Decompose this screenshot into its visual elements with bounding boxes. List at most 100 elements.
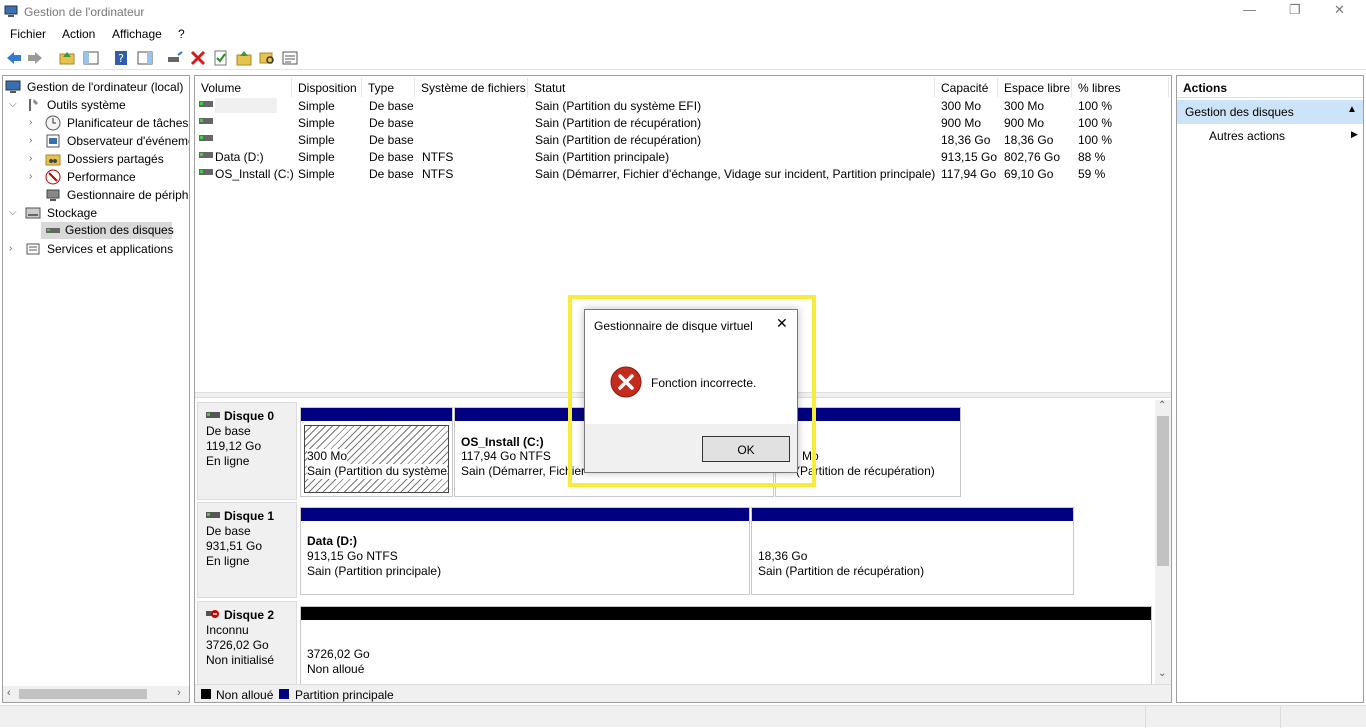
- clock-icon: [45, 115, 61, 131]
- forward-icon[interactable]: [26, 49, 44, 67]
- close-button[interactable]: ✕: [1334, 2, 1345, 18]
- connect-virtual-disk-icon[interactable]: [166, 49, 184, 67]
- minimize-button[interactable]: —: [1243, 2, 1256, 17]
- status-divider: [1145, 706, 1146, 728]
- help-icon[interactable]: ?: [112, 49, 130, 67]
- tree-item-gestion-disques[interactable]: Gestion des disques: [41, 222, 174, 239]
- scroll-thumb[interactable]: [19, 689, 147, 699]
- disk-icon: [206, 512, 220, 518]
- disk-0-label[interactable]: Disque 0 De base 119,12 Go En ligne: [197, 402, 297, 500]
- chevron-right-icon[interactable]: ›: [9, 243, 19, 254]
- actions-pane: Actions Gestion des disques ▲ Autres act…: [1176, 75, 1364, 703]
- col-header-type[interactable]: Type: [362, 78, 415, 97]
- col-header-disposition[interactable]: Disposition: [292, 78, 362, 97]
- computer-icon: [5, 80, 21, 93]
- volume-row[interactable]: Simple De base Sain (Partition de récupé…: [195, 114, 1171, 131]
- volume-icon: [199, 169, 213, 175]
- tree-horizontal-scrollbar[interactable]: ‹ ›: [3, 686, 189, 702]
- cell-statut: Sain (Partition du système EFI): [535, 99, 702, 113]
- disk-vertical-scrollbar[interactable]: ⌃ ⌄: [1155, 400, 1171, 684]
- cell-pct-libres: 100 %: [1078, 99, 1113, 113]
- cell-pct-libres: 88 %: [1078, 150, 1106, 164]
- chevron-right-icon[interactable]: ›: [29, 135, 39, 146]
- window-title: Gestion de l'ordinateur: [24, 5, 145, 19]
- error-dialog: Gestionnaire de disque virtuel ✕ Fonctio…: [584, 309, 798, 473]
- legend-bar: Non alloué Partition principale: [195, 684, 1171, 702]
- cell-volume: Data (D:): [215, 150, 264, 164]
- cell-statut: Sain (Partition de récupération): [535, 116, 702, 130]
- scroll-left-icon[interactable]: ‹: [7, 687, 11, 699]
- cell-capacite: 900 Mo: [941, 116, 982, 130]
- dialog-message: Fonction incorrecte.: [651, 376, 757, 390]
- status-bar: [0, 705, 1366, 728]
- cell-statut: Sain (Partition principale): [535, 150, 670, 164]
- legend-label-unallocated: Non alloué: [216, 688, 274, 702]
- partition-recovery-disk1[interactable]: 18,36 Go Sain (Partition de récupération…: [751, 507, 1074, 595]
- scroll-down-icon[interactable]: ⌄: [1158, 668, 1166, 679]
- cell-capacite: 300 Mo: [941, 99, 982, 113]
- chevron-down-icon[interactable]: ⌵: [9, 99, 19, 110]
- scroll-thumb[interactable]: [1157, 416, 1169, 566]
- computer-management-icon: [4, 5, 18, 17]
- volume-row[interactable]: OS_Install (C:) Simple De base NTFS Sain…: [195, 165, 1171, 182]
- col-header-pct-libres[interactable]: % libres: [1072, 78, 1169, 97]
- col-header-statut[interactable]: Statut: [528, 78, 935, 97]
- device-manager-icon: [46, 189, 60, 201]
- partition-bar: [301, 408, 452, 421]
- back-icon[interactable]: [5, 49, 23, 67]
- list-view-icon[interactable]: [281, 49, 299, 67]
- up-folder-icon[interactable]: [58, 49, 76, 67]
- delete-icon[interactable]: [189, 49, 207, 67]
- disk-icon: [206, 412, 220, 418]
- volume-row[interactable]: Data (D:) Simple De base NTFS Sain (Part…: [195, 148, 1171, 165]
- scroll-right-icon[interactable]: ›: [177, 687, 181, 699]
- chevron-right-icon[interactable]: ›: [29, 153, 39, 164]
- partition-efi[interactable]: 300 Mo Sain (Partition du système: [300, 407, 453, 497]
- properties-icon[interactable]: [212, 49, 230, 67]
- collapse-up-icon[interactable]: ▲: [1347, 104, 1357, 115]
- disk-2-label[interactable]: Disque 2 Inconnu 3726,02 Go Non initiali…: [197, 601, 297, 686]
- partition-unallocated[interactable]: 3726,02 Go Non alloué: [300, 606, 1152, 686]
- search-folder-icon[interactable]: [258, 49, 276, 67]
- dialog-close-icon[interactable]: ✕: [776, 315, 788, 332]
- restore-button[interactable]: ❐: [1289, 2, 1301, 18]
- volume-row[interactable]: Simple De base Sain (Partition de récupé…: [195, 131, 1171, 148]
- show-hide-tree-icon[interactable]: [82, 49, 100, 67]
- cell-espace-libre: 802,76 Go: [1004, 150, 1061, 164]
- menu-help[interactable]: ?: [178, 27, 185, 41]
- col-header-volume[interactable]: Volume: [195, 78, 292, 97]
- volume-icon: [199, 118, 213, 124]
- col-header-espace-libre[interactable]: Espace libre: [998, 78, 1072, 97]
- import-icon[interactable]: [235, 49, 253, 67]
- chevron-right-icon[interactable]: ›: [29, 171, 39, 182]
- cell-capacite: 18,36 Go: [941, 133, 991, 147]
- col-header-capacite[interactable]: Capacité: [935, 78, 998, 97]
- disk-management-icon: [46, 228, 60, 233]
- volume-row[interactable]: Simple De base Sain (Partition du systèm…: [195, 97, 1171, 114]
- chevron-right-icon[interactable]: ›: [29, 117, 39, 128]
- disk-2-row: Disque 2 Inconnu 3726,02 Go Non initiali…: [195, 601, 1153, 686]
- error-icon: [610, 366, 642, 398]
- actions-section-header[interactable]: Gestion des disques ▲: [1177, 100, 1363, 124]
- status-divider: [1280, 706, 1281, 728]
- dialog-title: Gestionnaire de disque virtuel: [594, 319, 753, 333]
- cell-type: De base: [369, 99, 414, 113]
- show-hide-action-pane-icon[interactable]: [136, 49, 154, 67]
- ok-button[interactable]: OK: [702, 436, 790, 462]
- col-header-filesystem[interactable]: Système de fichiers: [415, 78, 528, 97]
- action-autres-actions[interactable]: Autres actions ▶: [1177, 126, 1363, 146]
- menu-action[interactable]: Action: [62, 27, 95, 41]
- cell-filesystem: NTFS: [422, 167, 454, 181]
- toolbar: ?: [0, 45, 1366, 70]
- menu-fichier[interactable]: Fichier: [10, 27, 46, 41]
- chevron-down-icon[interactable]: ⌵: [9, 207, 19, 218]
- disk-1-label[interactable]: Disque 1 De base 931,51 Go En ligne: [197, 502, 297, 598]
- partition-bar: [301, 607, 1151, 620]
- partition-data[interactable]: Data (D:) 913,15 Go NTFS Sain (Partition…: [300, 507, 750, 595]
- cell-disposition: Simple: [298, 150, 335, 164]
- storage-icon: [25, 207, 41, 219]
- scroll-up-icon[interactable]: ⌃: [1158, 400, 1166, 411]
- cell-capacite: 117,94 Go: [941, 167, 997, 181]
- menu-affichage[interactable]: Affichage: [112, 27, 162, 41]
- legend-label-primary: Partition principale: [295, 688, 394, 702]
